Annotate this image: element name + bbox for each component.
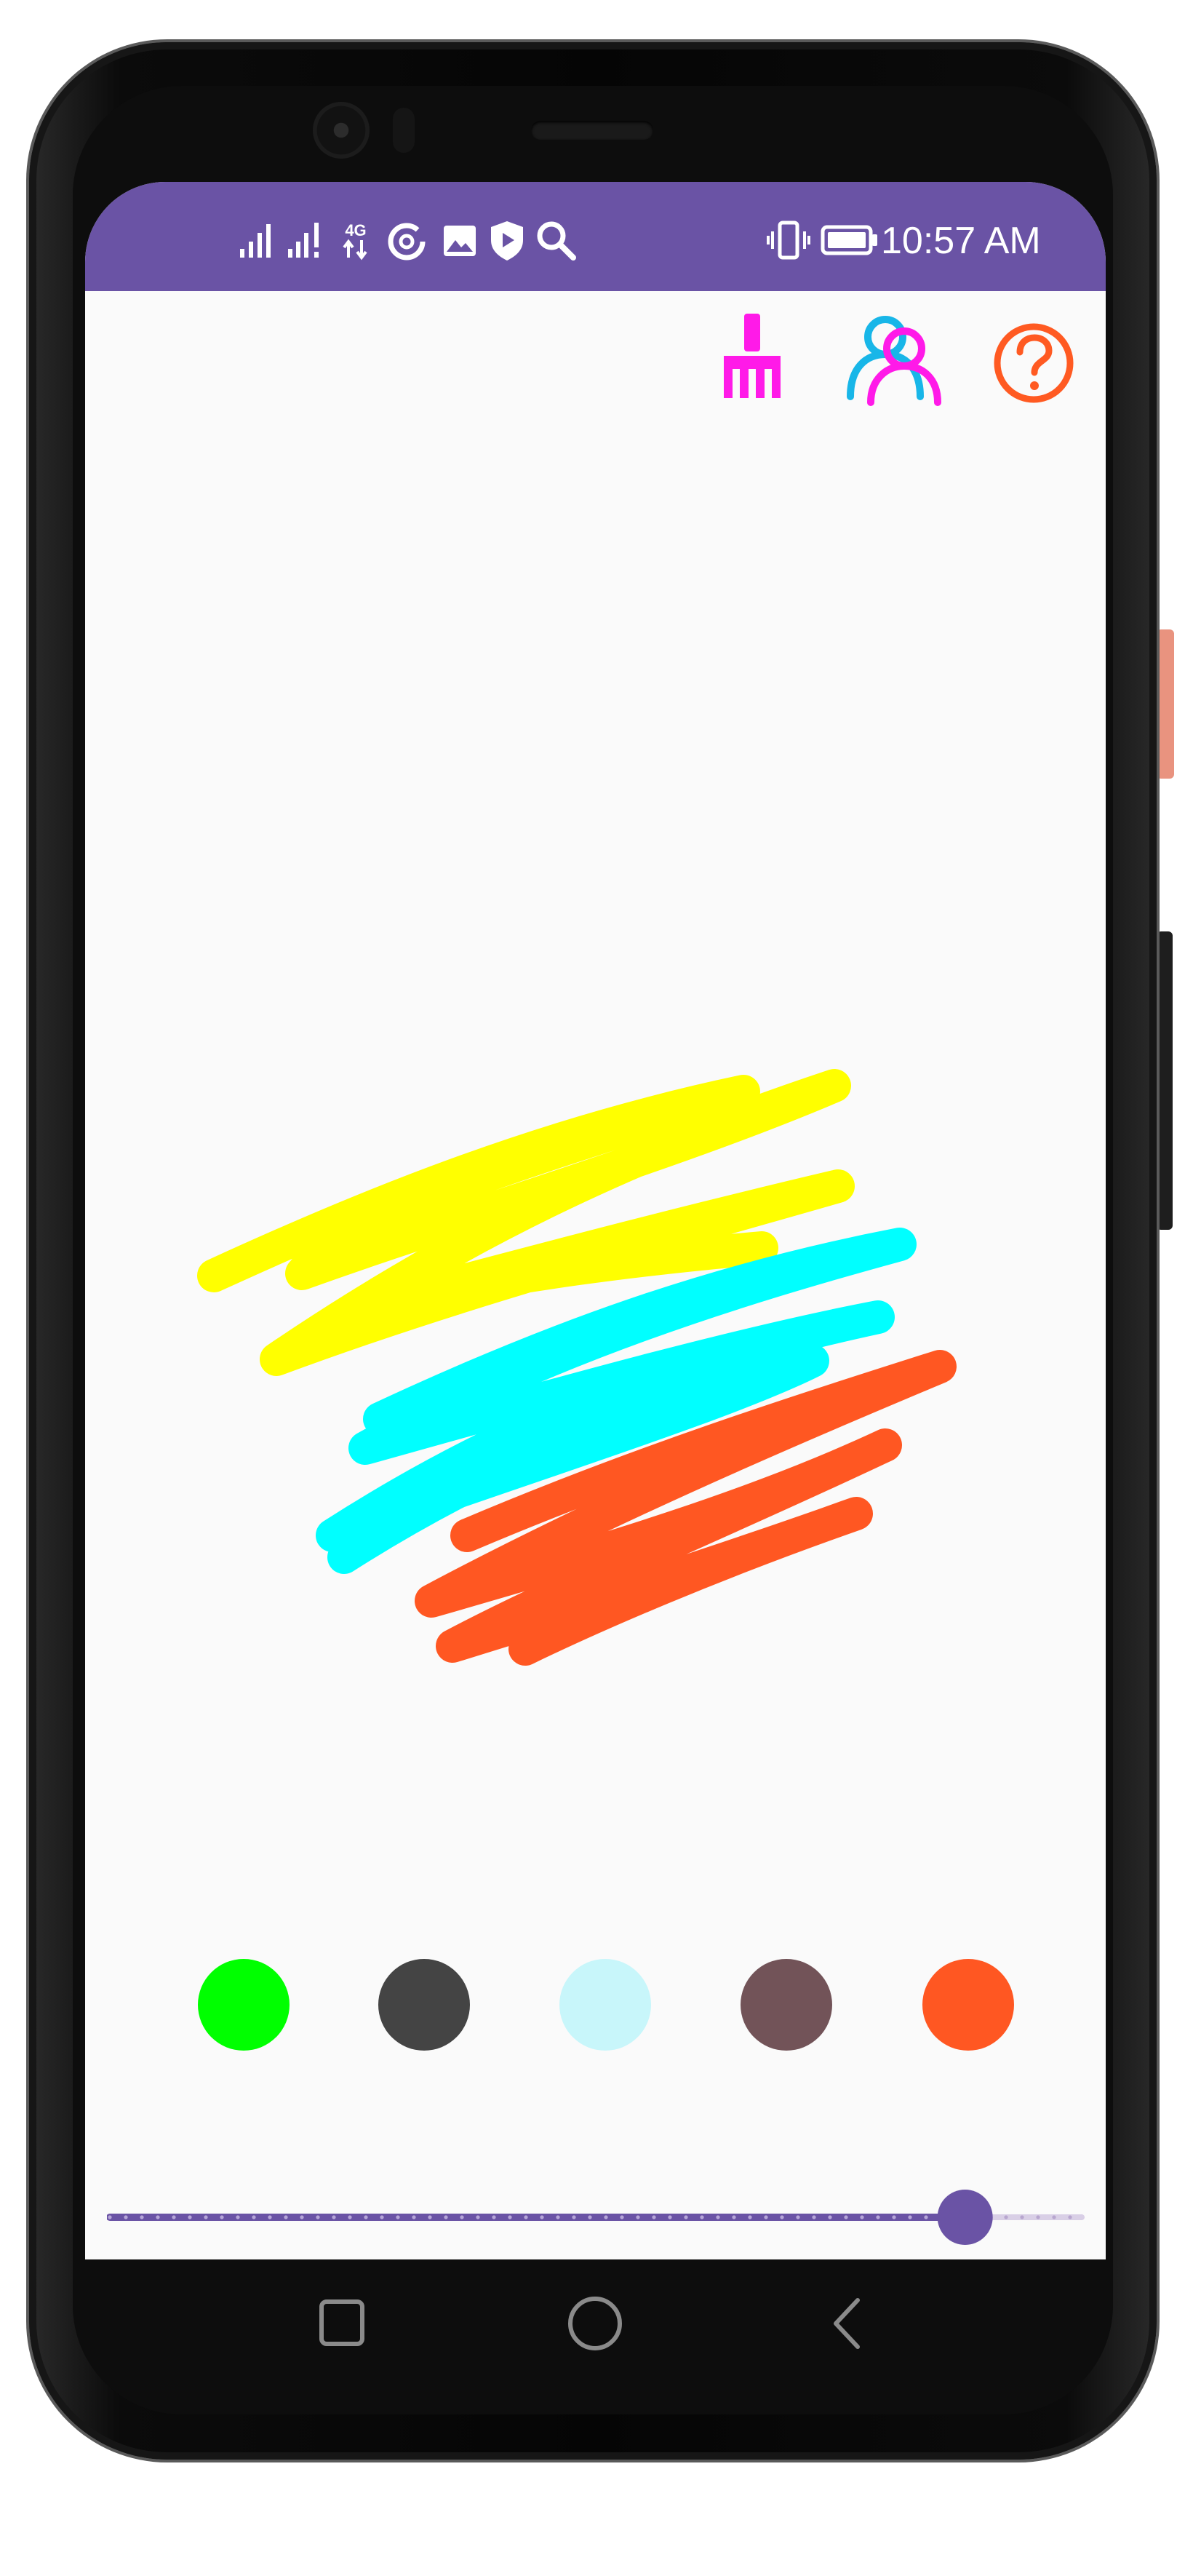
slider-tick <box>684 2215 688 2219</box>
slider-tick <box>284 2215 288 2219</box>
network-4g-icon: 4G <box>343 221 367 261</box>
slider-tick <box>732 2215 736 2219</box>
slider-tick <box>524 2215 528 2219</box>
slider-tick <box>604 2215 608 2219</box>
slider-tick <box>588 2215 592 2219</box>
color-swatch-light-cyan[interactable] <box>559 1959 651 2051</box>
slider-tick <box>268 2215 272 2219</box>
slider-tick <box>396 2215 400 2219</box>
status-bar: 4G 10:57 AM <box>85 182 1106 291</box>
slider-tick <box>108 2215 112 2219</box>
brush-size-slider[interactable] <box>107 2188 1089 2246</box>
vibrate-icon <box>767 220 810 260</box>
yellow-stroke <box>197 1069 855 1376</box>
slider-tick <box>156 2215 160 2219</box>
battery-icon <box>821 225 877 255</box>
slider-tick <box>124 2215 128 2219</box>
slider-thumb[interactable] <box>937 2190 993 2245</box>
slider-tick <box>460 2215 464 2219</box>
color-swatch-green[interactable] <box>198 1959 290 2051</box>
slider-tick <box>1020 2215 1024 2219</box>
slider-tick <box>252 2215 256 2219</box>
slider-tick <box>476 2215 480 2219</box>
slider-tick <box>444 2215 448 2219</box>
slider-tick <box>764 2215 768 2219</box>
color-swatch-brown[interactable] <box>741 1959 832 2051</box>
slider-tick <box>300 2215 304 2219</box>
recent-apps-button[interactable] <box>306 2287 378 2360</box>
slider-tick <box>876 2215 880 2219</box>
slider-tick <box>636 2215 640 2219</box>
slider-tick <box>188 2215 192 2219</box>
slider-tick <box>924 2215 928 2219</box>
slider-tick <box>844 2215 848 2219</box>
proximity-sensor <box>393 108 415 153</box>
slider-tick <box>892 2215 896 2219</box>
slider-tick <box>492 2215 496 2219</box>
earpiece-speaker <box>531 121 653 140</box>
shield-play-icon <box>491 221 523 261</box>
slider-tick <box>428 2215 432 2219</box>
home-button[interactable] <box>559 2287 631 2360</box>
color-swatch-dark-gray[interactable] <box>378 1959 470 2051</box>
slider-tick <box>1004 2215 1008 2219</box>
search-icon <box>537 221 576 261</box>
slider-tick <box>380 2215 384 2219</box>
slider-tick <box>348 2215 352 2219</box>
slider-tick <box>412 2215 416 2219</box>
slider-tick <box>668 2215 672 2219</box>
signal-alert-icon <box>288 223 319 258</box>
front-camera <box>313 102 370 159</box>
slider-tick <box>780 2215 784 2219</box>
back-button[interactable] <box>813 2287 885 2360</box>
slider-tick <box>220 2215 224 2219</box>
slider-tick <box>620 2215 624 2219</box>
slider-ticks <box>108 2215 1072 2219</box>
volume-button <box>1157 931 1173 1230</box>
slider-tick <box>172 2215 176 2219</box>
slider-tick <box>540 2215 544 2219</box>
status-time: 10:57 AM <box>881 220 1041 262</box>
slider-tick <box>572 2215 576 2219</box>
slider-tick <box>364 2215 368 2219</box>
slider-tick <box>860 2215 864 2219</box>
slider-tick <box>1052 2215 1056 2219</box>
slider-tick <box>716 2215 720 2219</box>
color-swatch-orange[interactable] <box>922 1959 1014 2051</box>
slider-tick <box>316 2215 320 2219</box>
app-screen: 4G 10:57 AM <box>85 182 1106 2259</box>
slider-tick <box>796 2215 800 2219</box>
slider-tick <box>748 2215 752 2219</box>
image-icon <box>444 226 476 256</box>
slider-tick <box>700 2215 704 2219</box>
signal-icon <box>240 224 271 258</box>
slider-tick <box>508 2215 512 2219</box>
slider-tick <box>556 2215 560 2219</box>
slider-tick <box>140 2215 144 2219</box>
slider-tick <box>204 2215 208 2219</box>
slider-tick <box>908 2215 912 2219</box>
svg-text:4G: 4G <box>345 221 366 239</box>
drawing-canvas[interactable] <box>85 291 1106 1914</box>
slider-tick <box>828 2215 832 2219</box>
data-saver-icon <box>388 223 426 261</box>
power-button <box>1157 629 1174 779</box>
slider-tick <box>1068 2215 1072 2219</box>
slider-tick <box>812 2215 816 2219</box>
slider-tick <box>652 2215 656 2219</box>
slider-tick <box>236 2215 240 2219</box>
screenshot-stage: 4G 10:57 AM <box>0 0 1193 2576</box>
slider-tick <box>332 2215 336 2219</box>
slider-tick <box>1036 2215 1040 2219</box>
